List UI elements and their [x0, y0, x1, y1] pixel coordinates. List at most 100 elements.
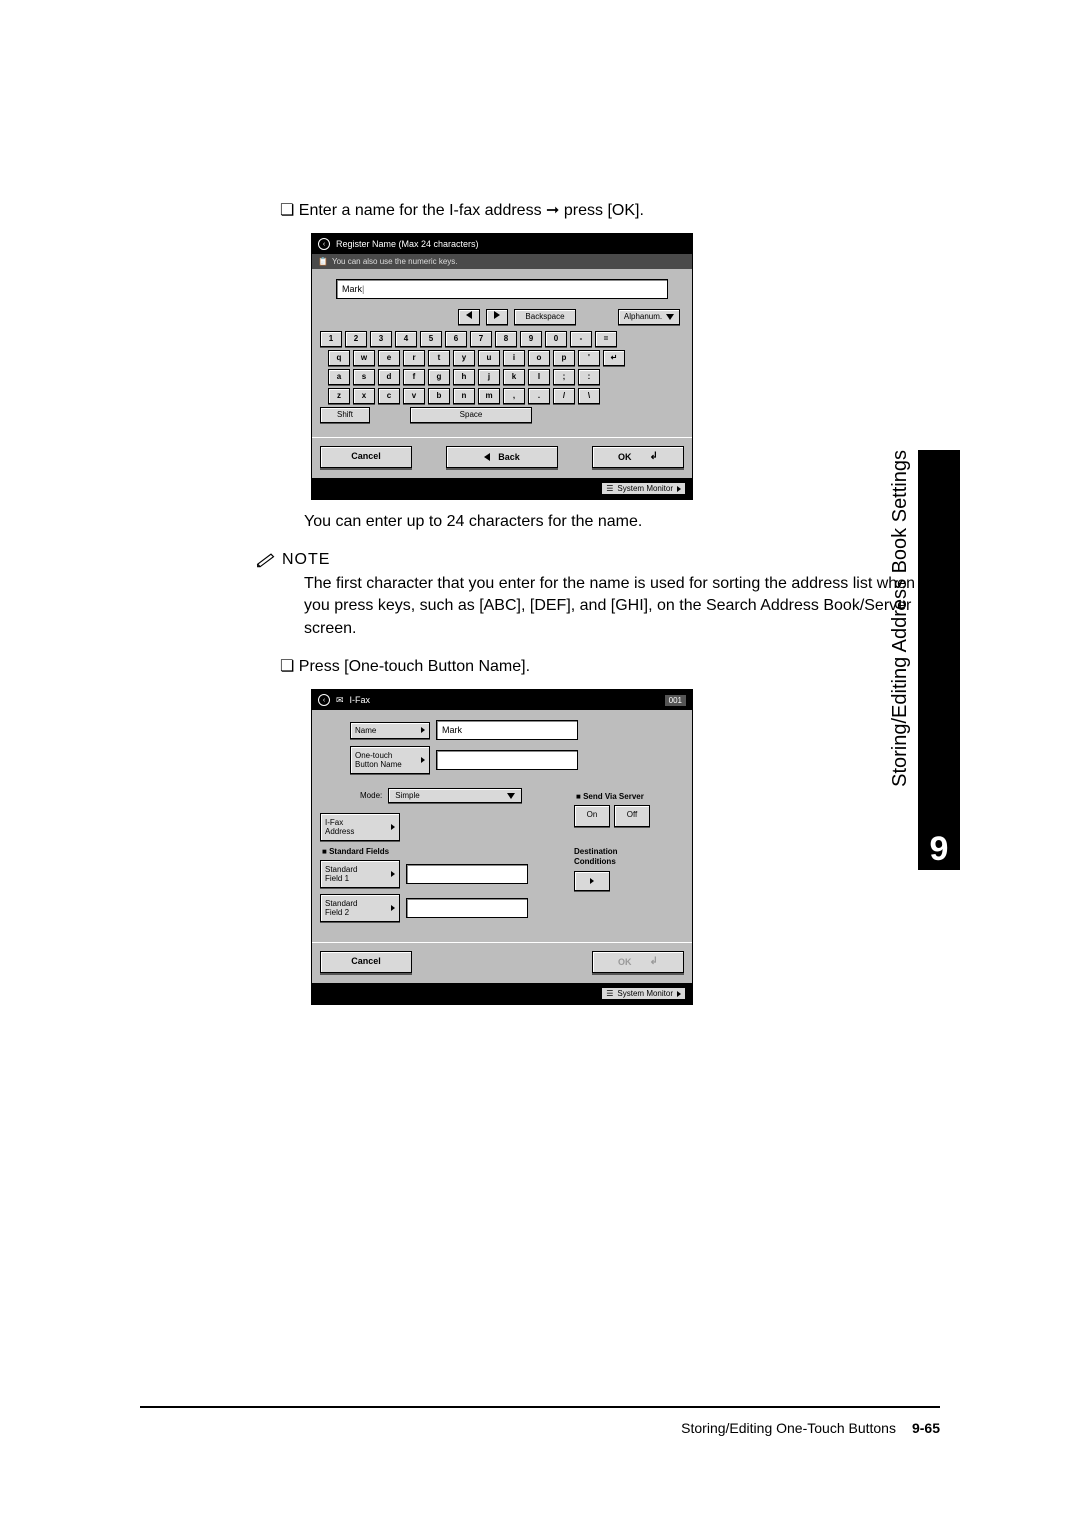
key-9[interactable]: 9	[520, 331, 542, 347]
chevron-right-icon	[421, 757, 425, 763]
shot2-titlebar: ‹ ✉ I-Fax 001	[312, 690, 692, 710]
caption-24-chars: You can enter up to 24 characters for th…	[304, 513, 940, 531]
chevron-right-icon	[391, 905, 395, 911]
backspace-button[interactable]: Backspace	[514, 309, 576, 325]
key-5[interactable]: 5	[420, 331, 442, 347]
system-monitor-button[interactable]: ☰System Monitor	[601, 987, 686, 1000]
key-b[interactable]: b	[428, 388, 450, 404]
enter-icon: ↲	[650, 953, 658, 971]
back-button[interactable]: Back	[446, 446, 558, 468]
key-0[interactable]: 0	[545, 331, 567, 347]
key-n[interactable]: n	[453, 388, 475, 404]
chapter-tab: 9	[918, 450, 960, 870]
key-x[interactable]: x	[353, 388, 375, 404]
mode-label: Mode:	[360, 791, 382, 800]
screenshot-register-name: ‹ Register Name (Max 24 characters) 📋You…	[312, 234, 692, 499]
key-\[interactable]: \	[578, 388, 600, 404]
key-i[interactable]: i	[503, 350, 525, 366]
send-via-off-button[interactable]: Off	[614, 805, 650, 827]
chevron-right-icon	[590, 878, 594, 884]
key-:[interactable]: :	[578, 369, 600, 385]
std-field2-display	[406, 898, 528, 918]
onetouch-name-button[interactable]: One-touch Button Name	[350, 746, 430, 774]
ok-button[interactable]: OK ↲	[592, 446, 684, 468]
key-g[interactable]: g	[428, 369, 450, 385]
instruction-press-onetouch: ❏ Press [One-touch Button Name].	[280, 656, 940, 676]
footer-rule	[140, 1406, 940, 1408]
key-.[interactable]: .	[528, 388, 550, 404]
std-field1-display	[406, 864, 528, 884]
shift-key[interactable]: Shift	[320, 407, 370, 423]
mode-dropdown[interactable]: Simple	[388, 788, 522, 803]
key-d[interactable]: d	[378, 369, 400, 385]
caret-right-button[interactable]	[486, 309, 508, 325]
key-7[interactable]: 7	[470, 331, 492, 347]
key-o[interactable]: o	[528, 350, 550, 366]
instruction-enter-name: ❏ Enter a name for the I-fax address ➞ p…	[280, 200, 940, 220]
key-v[interactable]: v	[403, 388, 425, 404]
key-'[interactable]: '	[578, 350, 600, 366]
space-key[interactable]: Space	[410, 407, 532, 423]
key-2[interactable]: 2	[345, 331, 367, 347]
key-p[interactable]: p	[553, 350, 575, 366]
std-field1-button[interactable]: Standard Field 1	[320, 860, 400, 888]
key-8[interactable]: 8	[495, 331, 517, 347]
send-via-on-button[interactable]: On	[574, 805, 610, 827]
ifax-address-button[interactable]: I-Fax Address	[320, 813, 400, 841]
key-k[interactable]: k	[503, 369, 525, 385]
slot-number: 001	[665, 695, 686, 706]
key-s[interactable]: s	[353, 369, 375, 385]
key-j[interactable]: j	[478, 369, 500, 385]
enter-icon: ↲	[650, 448, 658, 466]
key-6[interactable]: 6	[445, 331, 467, 347]
key-w[interactable]: w	[353, 350, 375, 366]
screenshot-ifax: ‹ ✉ I-Fax 001 Name Mark One-touch Button…	[312, 690, 692, 1004]
name-button[interactable]: Name	[350, 722, 430, 739]
key-a[interactable]: a	[328, 369, 350, 385]
key-y[interactable]: y	[453, 350, 475, 366]
back-circle-icon: ‹	[318, 238, 330, 250]
key-/[interactable]: /	[553, 388, 575, 404]
key-f[interactable]: f	[403, 369, 425, 385]
key-=[interactable]: =	[595, 331, 617, 347]
standard-fields-heading: ■ Standard Fields	[322, 847, 574, 856]
triangle-left-icon	[484, 453, 490, 461]
dest-cond-label: Destination Conditions	[574, 847, 684, 867]
key-c[interactable]: c	[378, 388, 400, 404]
system-monitor-button[interactable]: ☰System Monitor	[601, 482, 686, 495]
key-;[interactable]: ;	[553, 369, 575, 385]
key-↵[interactable]: ↵	[603, 350, 625, 366]
key-e[interactable]: e	[378, 350, 400, 366]
cancel-button[interactable]: Cancel	[320, 446, 412, 468]
key-u[interactable]: u	[478, 350, 500, 366]
key-h[interactable]: h	[453, 369, 475, 385]
key-z[interactable]: z	[328, 388, 350, 404]
chevron-down-icon	[666, 314, 674, 320]
key-m[interactable]: m	[478, 388, 500, 404]
key--[interactable]: -	[570, 331, 592, 347]
key-,[interactable]: ,	[503, 388, 525, 404]
input-mode-dropdown[interactable]: Alphanum.	[618, 309, 680, 325]
shot1-title: Register Name (Max 24 characters)	[336, 239, 479, 249]
name-display: Mark	[436, 720, 578, 740]
dest-cond-button[interactable]	[574, 871, 610, 891]
key-1[interactable]: 1	[320, 331, 342, 347]
shot1-hint: 📋You can also use the numeric keys.	[312, 254, 692, 269]
key-r[interactable]: r	[403, 350, 425, 366]
key-l[interactable]: l	[528, 369, 550, 385]
caret-left-button[interactable]	[458, 309, 480, 325]
triangle-right-icon	[677, 486, 681, 492]
ifax-type-icon: ✉	[336, 695, 344, 706]
key-q[interactable]: q	[328, 350, 350, 366]
chapter-label: Storing/Editing Address Book Settings	[889, 450, 912, 787]
back-circle-icon: ‹	[318, 694, 330, 706]
chevron-down-icon	[507, 793, 515, 799]
chevron-right-icon	[421, 727, 425, 733]
cancel-button[interactable]: Cancel	[320, 951, 412, 973]
key-4[interactable]: 4	[395, 331, 417, 347]
std-field2-button[interactable]: Standard Field 2	[320, 894, 400, 922]
name-input[interactable]: Mark|	[336, 279, 668, 299]
chevron-right-icon	[391, 824, 395, 830]
key-3[interactable]: 3	[370, 331, 392, 347]
key-t[interactable]: t	[428, 350, 450, 366]
